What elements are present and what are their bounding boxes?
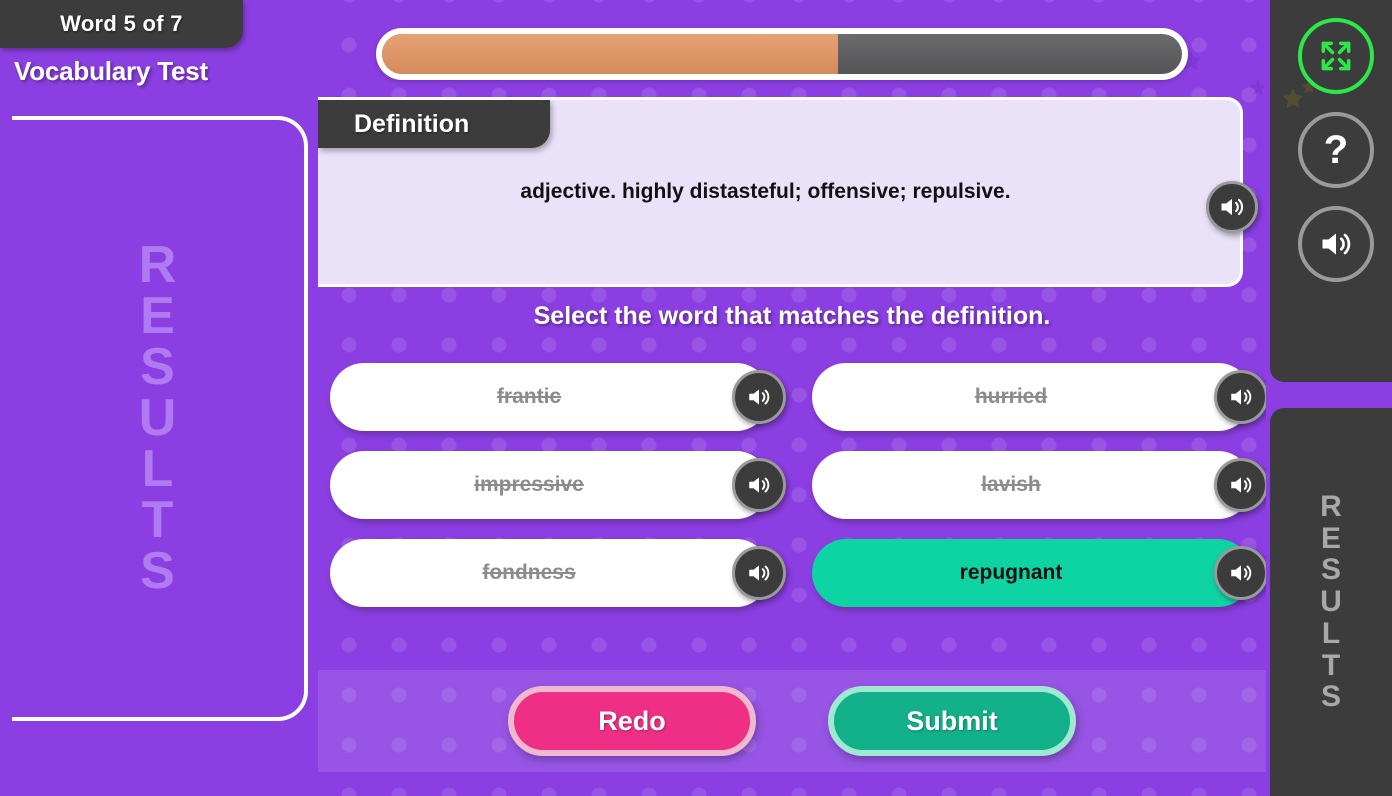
speaker-icon-option[interactable] (1214, 546, 1266, 600)
speaker-icon-definition[interactable] (1206, 181, 1258, 233)
results-left-letters: R E S U L T S (138, 236, 178, 600)
results-left-letter: L (141, 439, 175, 498)
option-button[interactable]: impressive (330, 451, 786, 519)
definition-tab-label: Definition (354, 109, 470, 138)
help-icon: ? (1323, 128, 1349, 172)
option-label: frantic (496, 385, 562, 408)
page-title: Vocabulary Test (14, 56, 208, 86)
vocabulary-test-app: Word 5 of 7 Vocabulary Test R E S U L T … (0, 0, 1392, 796)
speaker-icon (1221, 198, 1244, 216)
speaker-icon (1322, 233, 1351, 255)
sound-button[interactable] (1298, 206, 1374, 282)
progress-bar (376, 28, 1188, 80)
speaker-icon (1231, 477, 1252, 493)
option-label: hurried (974, 385, 1048, 408)
speaker-icon-option[interactable] (732, 546, 786, 600)
results-right-letter: L (1321, 616, 1341, 650)
option-label: impressive (474, 473, 584, 496)
star-icon (1249, 79, 1266, 95)
results-right-letter: T (1321, 648, 1341, 682)
results-right-letters: R E S U L T S (1320, 489, 1342, 714)
option-button[interactable]: frantic (330, 363, 786, 431)
help-button[interactable]: ? (1298, 112, 1374, 188)
option-button-selected[interactable]: repugnant (812, 539, 1266, 607)
option-label: lavish (981, 473, 1041, 496)
fullscreen-icon (1321, 41, 1351, 71)
results-left-letter: T (141, 490, 175, 549)
word-counter-label: Word 5 of 7 (60, 11, 183, 36)
option-label: repugnant (959, 561, 1063, 584)
speaker-icon-option[interactable] (732, 370, 786, 424)
speaker-icon (749, 477, 770, 493)
instruction-text: Select the word that matches the definit… (533, 302, 1051, 330)
progress-fill (382, 34, 838, 74)
submit-button[interactable]: Submit (828, 686, 1076, 756)
redo-button-label: Redo (598, 705, 666, 736)
progress-track (382, 34, 1182, 74)
results-left-letter: R (138, 236, 178, 295)
option-button[interactable]: fondness (330, 539, 786, 607)
rail-tools-panel: ? (1270, 0, 1392, 382)
results-right-letter: U (1320, 585, 1342, 619)
speaker-icon (749, 565, 770, 581)
speaker-icon (1231, 565, 1252, 581)
main-content: adjective. highly distasteful; offensive… (318, 0, 1266, 796)
options-grid: frantic hurried impressive lavish fondne… (330, 363, 1266, 627)
results-left-letter: S (140, 541, 176, 600)
left-column: Word 5 of 7 Vocabulary Test R E S U L T … (0, 0, 318, 796)
submit-button-label: Submit (906, 705, 998, 736)
word-counter-badge: Word 5 of 7 (0, 0, 243, 48)
options-row: fondness repugnant (330, 539, 1266, 607)
results-left-letter: E (140, 287, 176, 346)
speaker-icon-option[interactable] (732, 458, 786, 512)
definition-tab: Definition (318, 100, 550, 148)
speaker-icon-option[interactable] (1214, 458, 1266, 512)
results-left-letter: U (138, 389, 178, 448)
results-right-letter: S (1320, 553, 1341, 587)
results-right-letter: E (1320, 521, 1341, 555)
speaker-icon-option[interactable] (1214, 370, 1266, 424)
right-rail: ? R E S U L T S (1266, 0, 1392, 796)
option-button[interactable]: hurried (812, 363, 1266, 431)
definition-text: adjective. highly distasteful; offensive… (520, 180, 1011, 203)
results-right-letter: R (1320, 489, 1342, 523)
results-panel-left[interactable]: R E S U L T S (12, 116, 308, 721)
option-button[interactable]: lavish (812, 451, 1266, 519)
results-left-letter: S (140, 338, 176, 397)
results-panel-right[interactable]: R E S U L T S (1270, 408, 1392, 796)
results-right-letter: S (1320, 680, 1341, 714)
option-label: fondness (482, 561, 576, 584)
redo-button[interactable]: Redo (508, 686, 756, 756)
speaker-icon (749, 389, 770, 405)
action-bar: Redo Submit (318, 670, 1266, 772)
speaker-icon (1231, 389, 1252, 405)
options-row: impressive lavish (330, 451, 1266, 519)
options-row: frantic hurried (330, 363, 1266, 431)
fullscreen-button[interactable] (1298, 18, 1374, 94)
